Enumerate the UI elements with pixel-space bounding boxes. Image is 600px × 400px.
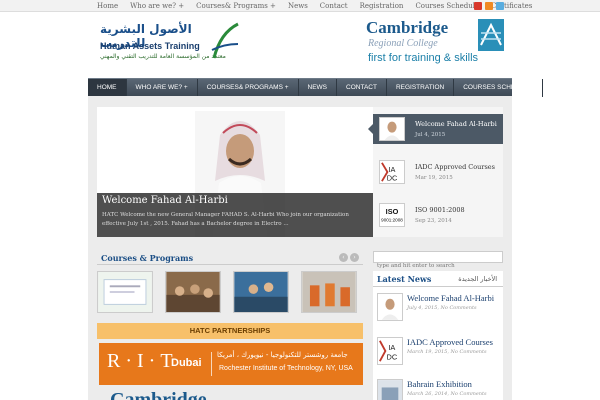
nav-courses[interactable]: Courses& Programs + xyxy=(198,79,299,97)
rit-logo: R·I·T xyxy=(107,350,178,372)
nav-certificates[interactable]: Certificates xyxy=(543,79,600,97)
news-title[interactable]: Welcome Fahad Al-Harbi xyxy=(407,293,494,303)
news-meta: March 26, 2014, No Comments xyxy=(407,391,487,397)
nav-contact[interactable]: Contact xyxy=(337,79,387,97)
logo-subtitle: معتمد من المؤسسة العامة للتدريب التقني و… xyxy=(100,53,226,60)
side-item-title: Welcome Fahad Al-Harbi xyxy=(415,120,497,128)
carousel-prev-button[interactable]: ‹ xyxy=(339,253,348,262)
cambridge-tagline: first for training & skills xyxy=(368,52,479,64)
topnav-registration[interactable]: Registration xyxy=(360,1,404,11)
news-thumb-iadc: IADC xyxy=(377,337,403,365)
top-bar: Home Who are we? + Courses& Programs + N… xyxy=(0,0,600,12)
topnav-contact[interactable]: Contact xyxy=(320,1,348,11)
cambridge-partner-name: Cambridge xyxy=(110,389,207,400)
rit-arabic-name: جامعة روشستر للتكنولوجيا - نيويورك ، أمر… xyxy=(217,351,348,359)
cambridge-logo[interactable]: Cambridge Regional College first for tra… xyxy=(366,18,506,72)
thumb-portrait xyxy=(379,117,405,141)
side-item-iadc[interactable]: IA DC IADC Approved Courses Mar 19, 2015 xyxy=(373,157,503,187)
carousel-next-button[interactable]: › xyxy=(350,253,359,262)
slider-title[interactable]: Welcome Fahad Al-Harbi xyxy=(102,195,228,206)
search-input[interactable] xyxy=(374,261,502,271)
news-thumb-exhibition xyxy=(377,379,403,400)
search-box xyxy=(373,251,503,271)
swoosh-icon xyxy=(211,22,239,59)
course-thumb-classroom[interactable] xyxy=(165,271,221,313)
book-icon xyxy=(478,19,504,51)
latest-news: Latest News الأخبار الجديدة Welcome Faha… xyxy=(373,271,503,400)
topnav-news[interactable]: News xyxy=(288,1,308,11)
news-meta: March 19, 2015, No Comments xyxy=(407,349,487,355)
news-title[interactable]: Bahrain Exhibition xyxy=(407,379,472,389)
latest-news-arabic-title: الأخبار الجديدة xyxy=(458,275,497,283)
nav-registration[interactable]: Registration xyxy=(387,79,455,97)
nav-news[interactable]: News xyxy=(299,79,338,97)
topnav-home[interactable]: Home xyxy=(97,1,118,11)
courses-title: Courses & Programs xyxy=(101,253,194,263)
latest-news-header: Latest News الأخبار الجديدة xyxy=(373,271,503,287)
top-nav: Home Who are we? + Courses& Programs + N… xyxy=(97,1,532,11)
news-meta: July 4, 2015, No Comments xyxy=(407,305,477,311)
course-thumbnails xyxy=(97,271,357,313)
rss-icon[interactable] xyxy=(485,2,493,10)
social-links xyxy=(474,2,504,10)
rit-dubai-banner[interactable]: R·I·T Dubai جامعة روشستر للتكنولوجيا - ن… xyxy=(99,343,363,385)
side-item-welcome[interactable]: Welcome Fahad Al-Harbi Jul 4, 2015 xyxy=(368,114,503,144)
side-item-title: ISO 9001:2008 xyxy=(415,206,465,214)
side-item-date: Jul 4, 2015 xyxy=(415,132,446,138)
nav-home[interactable]: Home xyxy=(88,79,127,97)
latest-news-title: Latest News xyxy=(377,274,432,284)
svg-text:9001:2008: 9001:2008 xyxy=(381,217,403,222)
partnerships-title: HATC PARTNERSHIPS xyxy=(189,326,271,335)
active-arrow-icon xyxy=(368,124,373,134)
news-thumb-portrait xyxy=(377,293,403,321)
banner-divider xyxy=(211,352,212,376)
news-item-bahrain[interactable]: Bahrain Exhibition March 26, 2014, No Co… xyxy=(373,377,503,400)
svg-text:DC: DC xyxy=(387,173,398,182)
course-thumb-certificate[interactable] xyxy=(97,271,153,313)
svg-text:IA: IA xyxy=(388,343,395,352)
news-item-welcome[interactable]: Welcome Fahad Al-Harbi July 4, 2015, No … xyxy=(373,291,503,329)
topnav-courses-schedule[interactable]: Courses Schedule xyxy=(415,1,479,11)
course-thumb-field[interactable] xyxy=(301,271,357,313)
courses-carousel: Courses & Programs ‹ › xyxy=(97,251,363,317)
carousel-arrows: ‹ › xyxy=(339,253,359,262)
topnav-who-are-we[interactable]: Who are we? + xyxy=(130,1,184,11)
iso-logo: ISO9001:2008 xyxy=(379,203,405,227)
hatc-logo[interactable]: الأصول البشرية للتدريب Human Assets Trai… xyxy=(100,22,240,70)
svg-text:ISO: ISO xyxy=(386,207,399,216)
youtube-icon[interactable] xyxy=(474,2,482,10)
side-item-date: Mar 19, 2015 xyxy=(415,175,453,181)
rit-english-name: Rochester Institute of Technology, NY, U… xyxy=(219,365,353,372)
slider-nav-list: Welcome Fahad Al-Harbi Jul 4, 2015 IA DC … xyxy=(368,107,503,237)
logo-english-name: Human Assets Training xyxy=(100,41,200,51)
slider-caption: Welcome Fahad Al-Harbi HATC Welcome the … xyxy=(97,193,373,237)
twitter-icon[interactable] xyxy=(496,2,504,10)
main-nav: Home Who are we? + Courses& Programs + N… xyxy=(88,78,598,97)
slider-text: HATC Welcome the new General Manager FAH… xyxy=(102,212,349,227)
news-title[interactable]: IADC Approved Courses xyxy=(407,337,493,347)
iadc-logo: IADC xyxy=(379,160,405,184)
topnav-courses[interactable]: Courses& Programs + xyxy=(196,1,276,11)
side-item-title: IADC Approved Courses xyxy=(415,163,495,171)
cambridge-name: Cambridge xyxy=(366,18,449,37)
svg-text:DC: DC xyxy=(387,352,398,361)
courses-header: Courses & Programs ‹ › xyxy=(97,251,363,265)
nav-courses-schedule[interactable]: Courses Schedule xyxy=(454,79,543,97)
rit-city: Dubai xyxy=(171,357,202,369)
featured-slider[interactable]: Welcome Fahad Al-Harbi HATC Welcome the … xyxy=(97,107,373,237)
cambridge-sub: Regional College xyxy=(368,38,438,49)
news-item-iadc[interactable]: IA DC IADC Approved Courses March 19, 201… xyxy=(373,335,503,373)
nav-who-are-we[interactable]: Who are we? + xyxy=(127,79,198,97)
cambridge-partner-banner[interactable]: Cambridge xyxy=(100,389,363,400)
course-thumb-workshop[interactable] xyxy=(233,271,289,313)
side-item-iso[interactable]: ISO 9001:2008 ISO 9001:2008 Sep 23, 2014 xyxy=(373,200,503,230)
side-item-date: Sep 23, 2014 xyxy=(415,218,452,224)
partnerships-header: HATC PARTNERSHIPS xyxy=(97,323,363,339)
